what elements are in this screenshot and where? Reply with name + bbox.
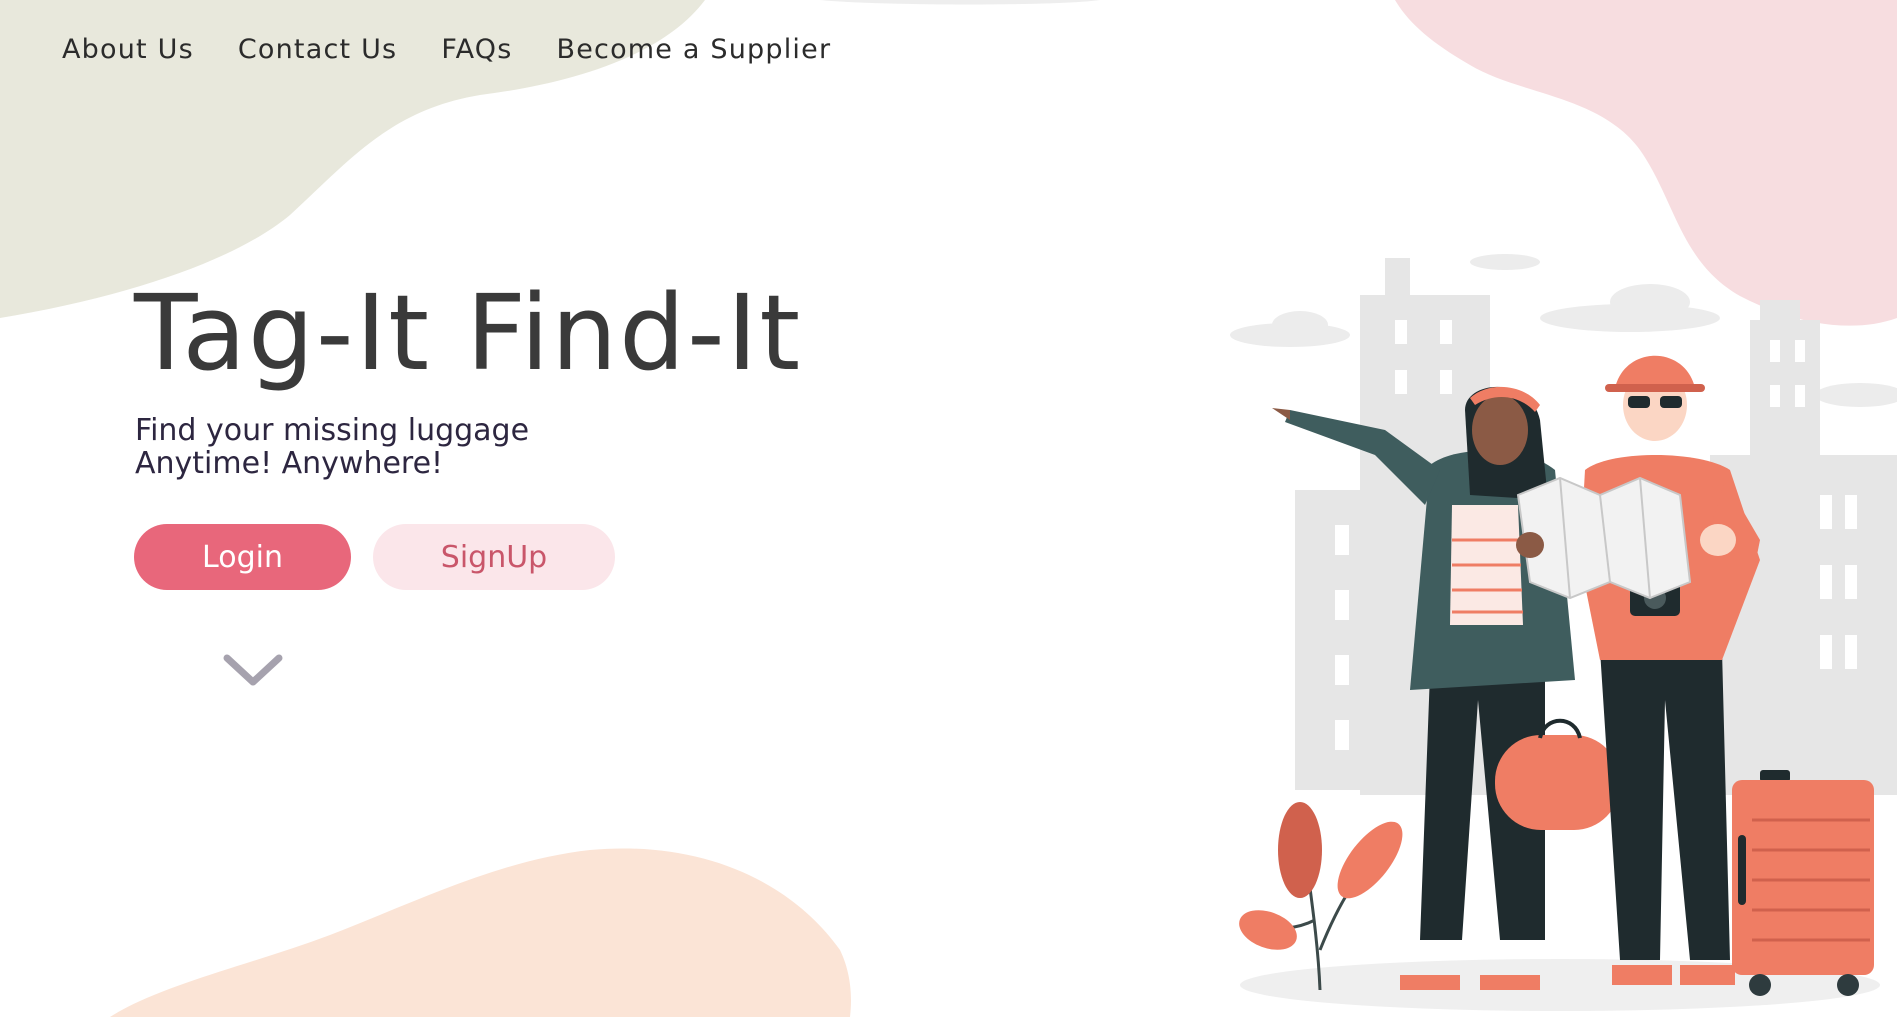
nav-contact-us[interactable]: Contact Us [238,34,397,65]
travelers-illustration [1230,254,1897,1011]
nav-about-us[interactable]: About Us [62,34,194,65]
top-center-shadow [820,0,1100,5]
suitcase-icon [1732,770,1874,996]
tagline-line-2: Anytime! Anywhere! [135,446,444,481]
signup-button[interactable]: SignUp [373,524,615,590]
hero-tagline: Find your missing luggage Anytime! Anywh… [135,414,529,480]
tagline-line-1: Find your missing luggage [135,413,530,448]
nav-faqs[interactable]: FAQs [441,34,512,65]
top-nav: About Us Contact Us FAQs Become a Suppli… [62,34,831,65]
plant-icon [1239,802,1403,991]
chevron-down-icon[interactable] [222,650,284,690]
nav-become-supplier[interactable]: Become a Supplier [556,34,831,65]
bottom-blob [110,848,851,1017]
hero-title: Tag-It Find-It [134,272,803,394]
login-button[interactable]: Login [134,524,351,590]
map-icon [1516,476,1692,600]
landing-page: About Us Contact Us FAQs Become a Suppli… [0,0,1897,1017]
